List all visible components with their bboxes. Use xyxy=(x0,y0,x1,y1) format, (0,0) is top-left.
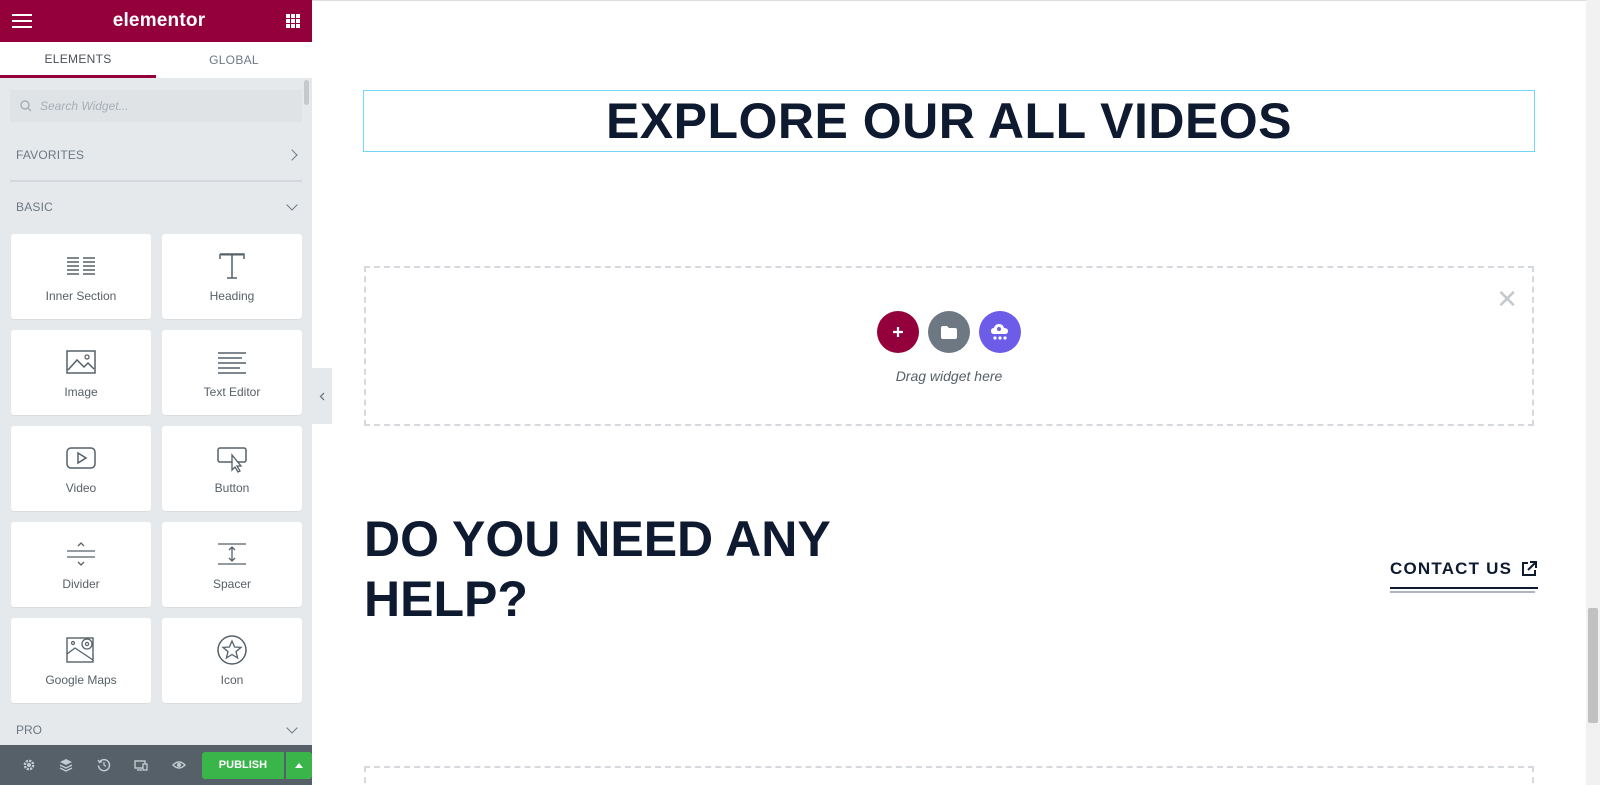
dropzone-hint: Drag widget here xyxy=(895,368,1003,384)
panel-header: elementor xyxy=(0,0,312,42)
category-favorites[interactable]: FAVORITES xyxy=(0,130,312,180)
widget-label: Icon xyxy=(220,673,244,687)
text-editor-icon xyxy=(218,352,246,374)
panel-footer: PUBLISH xyxy=(0,745,313,785)
add-template-button[interactable] xyxy=(928,311,970,353)
devices-icon xyxy=(134,760,148,771)
widget-heading[interactable]: Heading xyxy=(162,234,302,319)
history-icon xyxy=(97,758,110,772)
preview-button[interactable] xyxy=(160,745,198,785)
star-icon xyxy=(217,635,247,665)
cloud-kit-icon xyxy=(991,324,1008,340)
heading-widget[interactable]: EXPLORE OUR ALL VIDEOS xyxy=(363,90,1535,152)
heading-icon xyxy=(219,253,245,279)
close-icon[interactable]: ✕ xyxy=(1496,286,1518,312)
plus-icon xyxy=(893,327,903,337)
elements-panel: elementor ELEMENTS GLOBAL FAVORITES xyxy=(0,0,313,785)
responsive-mode-button[interactable] xyxy=(123,745,161,785)
widget-label: Google Maps xyxy=(45,673,117,687)
search-input[interactable] xyxy=(40,99,280,113)
widget-label: Heading xyxy=(209,289,255,303)
video-icon xyxy=(66,447,96,469)
gear-icon xyxy=(23,759,35,771)
history-button[interactable] xyxy=(85,745,123,785)
widget-label: Divider xyxy=(62,577,100,591)
help-heading[interactable]: DO YOU NEED ANY HELP? xyxy=(364,509,884,629)
eye-icon xyxy=(171,761,186,769)
widget-text-editor[interactable]: Text Editor xyxy=(162,330,302,415)
contact-us-label: CONTACT US xyxy=(1390,559,1513,578)
page-scrollbar-thumb[interactable] xyxy=(1588,608,1598,723)
add-section-button[interactable] xyxy=(877,311,919,353)
chevron-right-icon xyxy=(286,149,298,161)
widget-divider[interactable]: Divider xyxy=(11,522,151,607)
category-favorites-label: FAVORITES xyxy=(16,148,85,162)
chevron-down-icon xyxy=(286,199,298,211)
widget-label: Text Editor xyxy=(203,385,261,399)
dropzone-actions xyxy=(366,311,1532,353)
page-heading: EXPLORE OUR ALL VIDEOS xyxy=(605,93,1293,149)
widgets-grid-icon[interactable] xyxy=(285,14,300,28)
widget-label: Button xyxy=(214,481,250,495)
panel-scrollbar[interactable] xyxy=(304,80,309,105)
settings-button[interactable] xyxy=(10,745,48,785)
widget-spacer[interactable]: Spacer xyxy=(162,522,302,607)
publish-button[interactable]: PUBLISH xyxy=(201,751,285,779)
panel-tabs: ELEMENTS GLOBAL xyxy=(0,42,312,78)
menu-icon[interactable] xyxy=(12,14,32,28)
spacer-icon xyxy=(218,543,246,565)
search-icon xyxy=(20,100,32,112)
category-basic-label: BASIC xyxy=(16,200,54,214)
search-box xyxy=(10,90,302,122)
empty-section-dropzone[interactable]: ✕ Drag widget here xyxy=(364,266,1534,426)
search-wrapper xyxy=(0,78,312,130)
contact-underline xyxy=(1390,591,1535,593)
widget-label: Inner Section xyxy=(45,289,117,303)
folder-icon xyxy=(941,325,957,339)
widget-video[interactable]: Video xyxy=(11,426,151,511)
widget-label: Spacer xyxy=(212,577,252,591)
widget-button[interactable]: Button xyxy=(162,426,302,511)
external-link-icon xyxy=(1522,561,1538,576)
contact-us-button[interactable]: CONTACT US xyxy=(1390,559,1539,589)
ai-kit-button[interactable] xyxy=(979,311,1021,353)
tab-elements[interactable]: ELEMENTS xyxy=(0,42,156,78)
chevron-down-icon xyxy=(286,722,298,734)
category-basic[interactable]: BASIC xyxy=(0,182,312,232)
google-maps-icon xyxy=(66,637,94,663)
tab-global[interactable]: GLOBAL xyxy=(156,42,312,78)
widget-image[interactable]: Image xyxy=(11,330,151,415)
widget-inner-section[interactable]: Inner Section xyxy=(11,234,151,319)
widget-icon[interactable]: Icon xyxy=(162,618,302,703)
category-pro[interactable]: PRO xyxy=(0,720,312,740)
elementor-editor: elementor ELEMENTS GLOBAL FAVORITES xyxy=(0,0,1600,785)
widget-label: Video xyxy=(65,481,97,495)
image-icon xyxy=(66,350,96,374)
layers-icon xyxy=(59,759,73,772)
elementor-logo: elementor xyxy=(112,10,206,31)
caret-up-icon xyxy=(295,762,304,768)
widget-google-maps[interactable]: Google Maps xyxy=(11,618,151,703)
category-pro-label: PRO xyxy=(16,723,43,737)
widget-label: Image xyxy=(64,385,98,399)
widget-grid: Inner Section Heading Image Text Editor … xyxy=(0,232,312,703)
divider-icon xyxy=(67,542,95,566)
publish-options-button[interactable] xyxy=(286,751,313,779)
section-dropzone[interactable] xyxy=(364,766,1534,785)
button-icon xyxy=(217,447,247,473)
navigator-button[interactable] xyxy=(48,745,86,785)
preview-canvas: EXPLORE OUR ALL VIDEOS ✕ Drag widget her… xyxy=(312,0,1600,785)
inner-section-icon xyxy=(67,257,95,275)
